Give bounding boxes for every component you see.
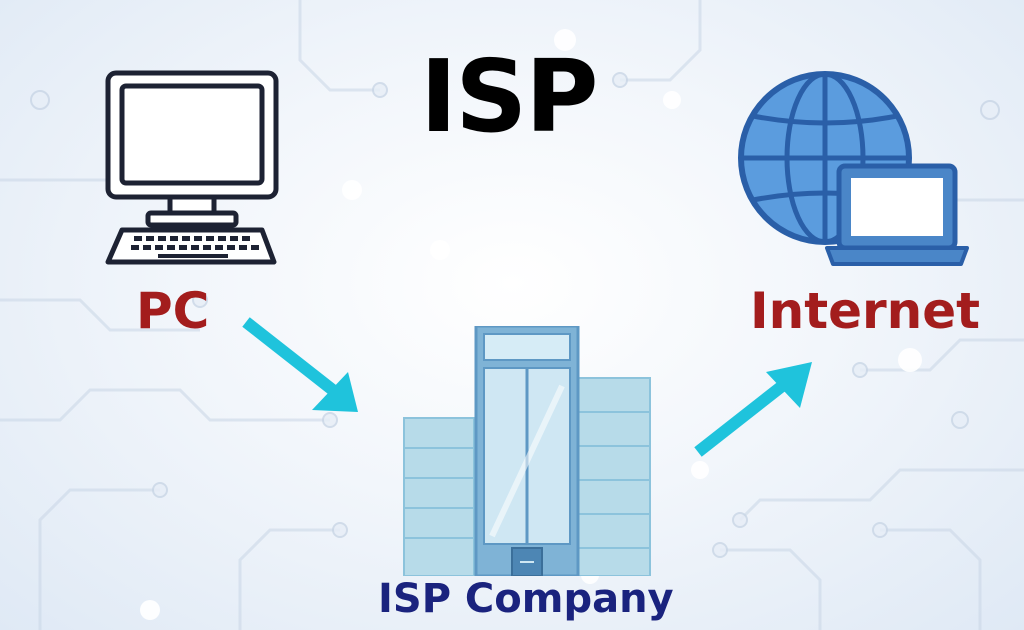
arrow-pc-to-isp [242,317,358,412]
diagram-title: ISP [420,38,599,155]
globe-laptop-icon [738,71,969,266]
laptop-icon [825,163,969,266]
arrow-isp-to-internet [694,362,812,457]
office-building-icon [403,326,651,576]
desktop-computer-icon [105,70,279,265]
internet-label: Internet [750,282,981,340]
pc-label: PC [136,282,210,340]
isp-company-label: ISP Company [378,576,674,622]
